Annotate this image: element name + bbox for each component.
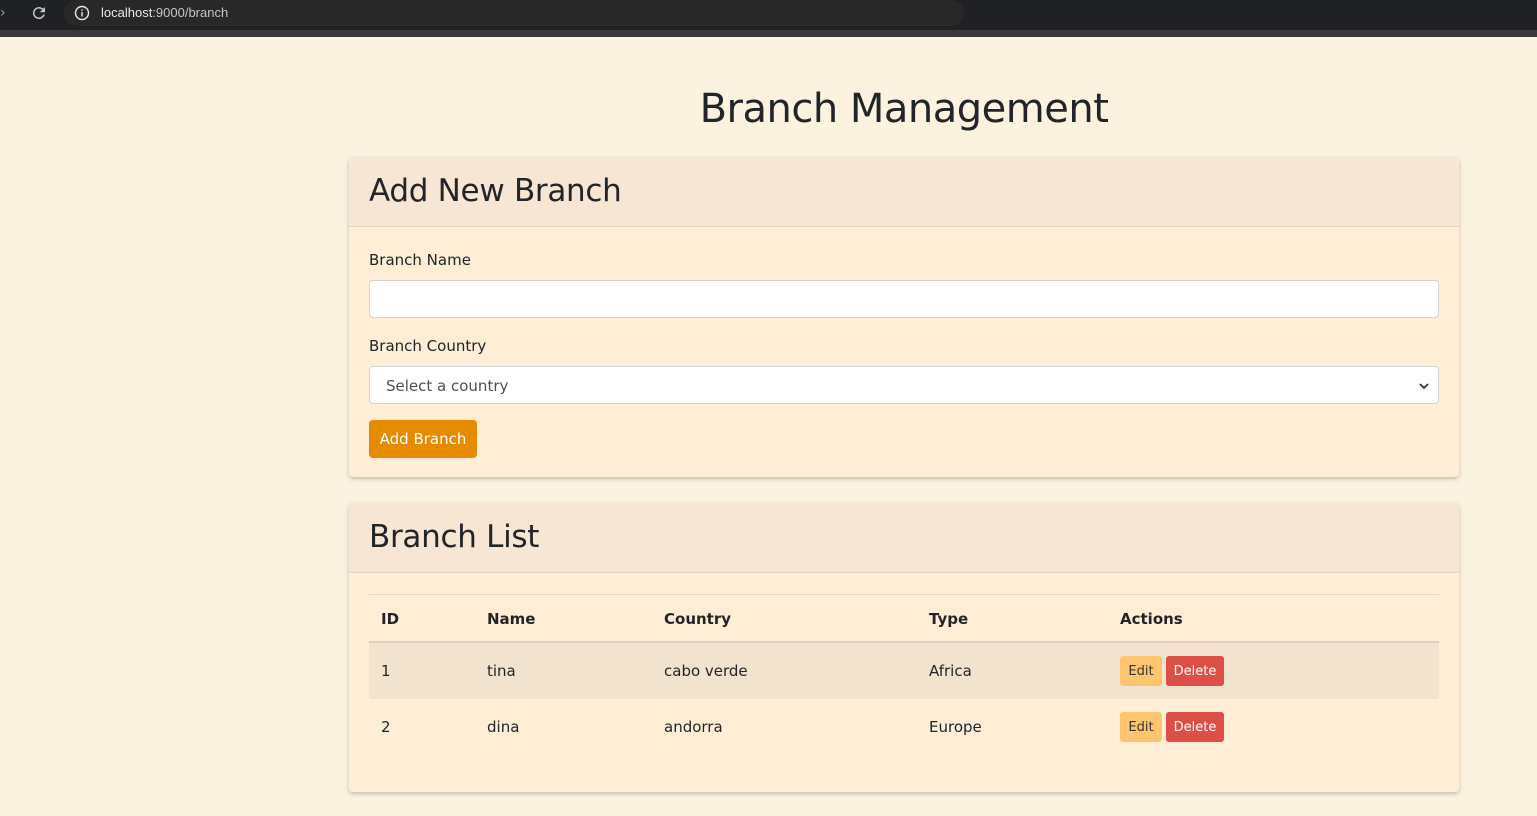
branch-country-select[interactable]: Select a country bbox=[369, 366, 1439, 404]
browser-toolbar: › localhost:9000/branch bbox=[0, 0, 1537, 37]
page-title: Branch Management bbox=[699, 86, 1109, 132]
chevron-down-icon bbox=[1419, 383, 1429, 390]
column-header-type: Type bbox=[929, 610, 969, 628]
table-row: 2 dina andorra Europe Edit Delete bbox=[369, 699, 1439, 755]
url-host: localhost bbox=[101, 5, 153, 20]
cell-id: 1 bbox=[381, 662, 391, 680]
table-header-row: ID Name Country Type Actions bbox=[369, 594, 1439, 643]
cell-country: cabo verde bbox=[664, 662, 748, 680]
branch-name-input[interactable] bbox=[369, 280, 1439, 318]
address-bar[interactable]: localhost:9000/branch bbox=[64, 0, 964, 26]
add-branch-button[interactable]: Add Branch bbox=[369, 420, 477, 458]
branch-list-title: Branch List bbox=[369, 519, 540, 555]
info-icon[interactable] bbox=[74, 5, 90, 21]
branch-list-card-header: Branch List bbox=[349, 503, 1459, 573]
column-header-name: Name bbox=[487, 610, 536, 628]
cell-name: tina bbox=[487, 662, 516, 680]
branch-table: ID Name Country Type Actions 1 tina cabo… bbox=[369, 594, 1439, 755]
reload-icon[interactable] bbox=[30, 4, 48, 22]
column-header-country: Country bbox=[664, 610, 732, 628]
edit-button[interactable]: Edit bbox=[1120, 712, 1162, 742]
cell-id: 2 bbox=[381, 718, 391, 736]
branch-country-selected-value: Select a country bbox=[386, 377, 509, 395]
branch-name-label: Branch Name bbox=[369, 251, 471, 269]
url-path: :9000/branch bbox=[152, 5, 229, 20]
cell-actions: Edit Delete bbox=[1120, 656, 1224, 686]
url-text[interactable]: localhost:9000/branch bbox=[101, 5, 228, 20]
delete-button[interactable]: Delete bbox=[1166, 656, 1224, 686]
column-header-actions: Actions bbox=[1120, 610, 1183, 628]
cell-country: andorra bbox=[664, 718, 723, 736]
branch-list-card: Branch List ID Name Country Type Actions… bbox=[349, 503, 1459, 792]
cell-name: dina bbox=[487, 718, 520, 736]
forward-icon[interactable]: › bbox=[0, 5, 6, 21]
cell-type: Africa bbox=[929, 662, 972, 680]
table-row: 1 tina cabo verde Africa Edit Delete bbox=[369, 643, 1439, 699]
branch-country-label: Branch Country bbox=[369, 337, 487, 355]
add-branch-card: Add New Branch Branch Name Branch Countr… bbox=[349, 157, 1459, 477]
add-branch-title: Add New Branch bbox=[369, 173, 622, 209]
edit-button[interactable]: Edit bbox=[1120, 656, 1162, 686]
delete-button[interactable]: Delete bbox=[1166, 712, 1224, 742]
cell-actions: Edit Delete bbox=[1120, 712, 1224, 742]
cell-type: Europe bbox=[929, 718, 982, 736]
add-branch-card-header: Add New Branch bbox=[349, 157, 1459, 227]
column-header-id: ID bbox=[381, 610, 400, 628]
